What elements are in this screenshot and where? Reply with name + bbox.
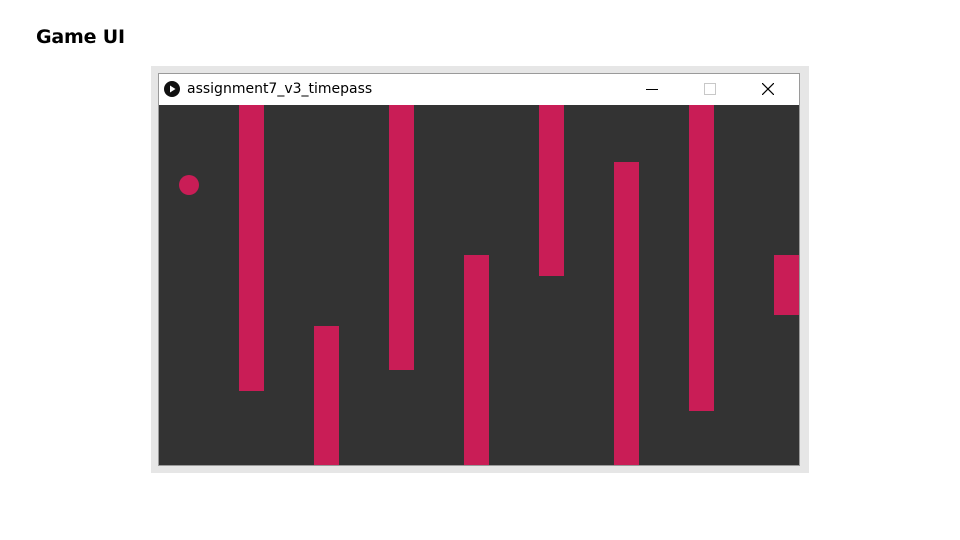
obstacle-bottom <box>314 326 339 465</box>
maximize-button[interactable] <box>687 74 733 105</box>
obstacle-bottom <box>614 162 639 465</box>
minimize-button[interactable] <box>629 74 675 105</box>
window-title: assignment7_v3_timepass <box>187 81 373 97</box>
slide-title: Game UI <box>36 26 125 48</box>
game-canvas[interactable] <box>159 105 799 465</box>
game-scene <box>159 105 799 465</box>
minimize-icon <box>646 89 658 90</box>
close-icon <box>762 83 774 95</box>
player-ball <box>179 175 199 195</box>
obstacle-top <box>389 105 414 370</box>
obstacle-bottom <box>464 255 489 465</box>
play-icon <box>164 81 180 97</box>
obstacle-floating <box>774 255 799 315</box>
obstacle-top <box>539 105 564 276</box>
window-titlebar[interactable]: assignment7_v3_timepass <box>159 74 799 105</box>
game-window: assignment7_v3_timepass <box>158 73 800 466</box>
obstacle-top <box>239 105 264 391</box>
maximize-icon <box>704 83 716 95</box>
obstacle-top <box>689 105 714 411</box>
close-button[interactable] <box>745 74 791 105</box>
